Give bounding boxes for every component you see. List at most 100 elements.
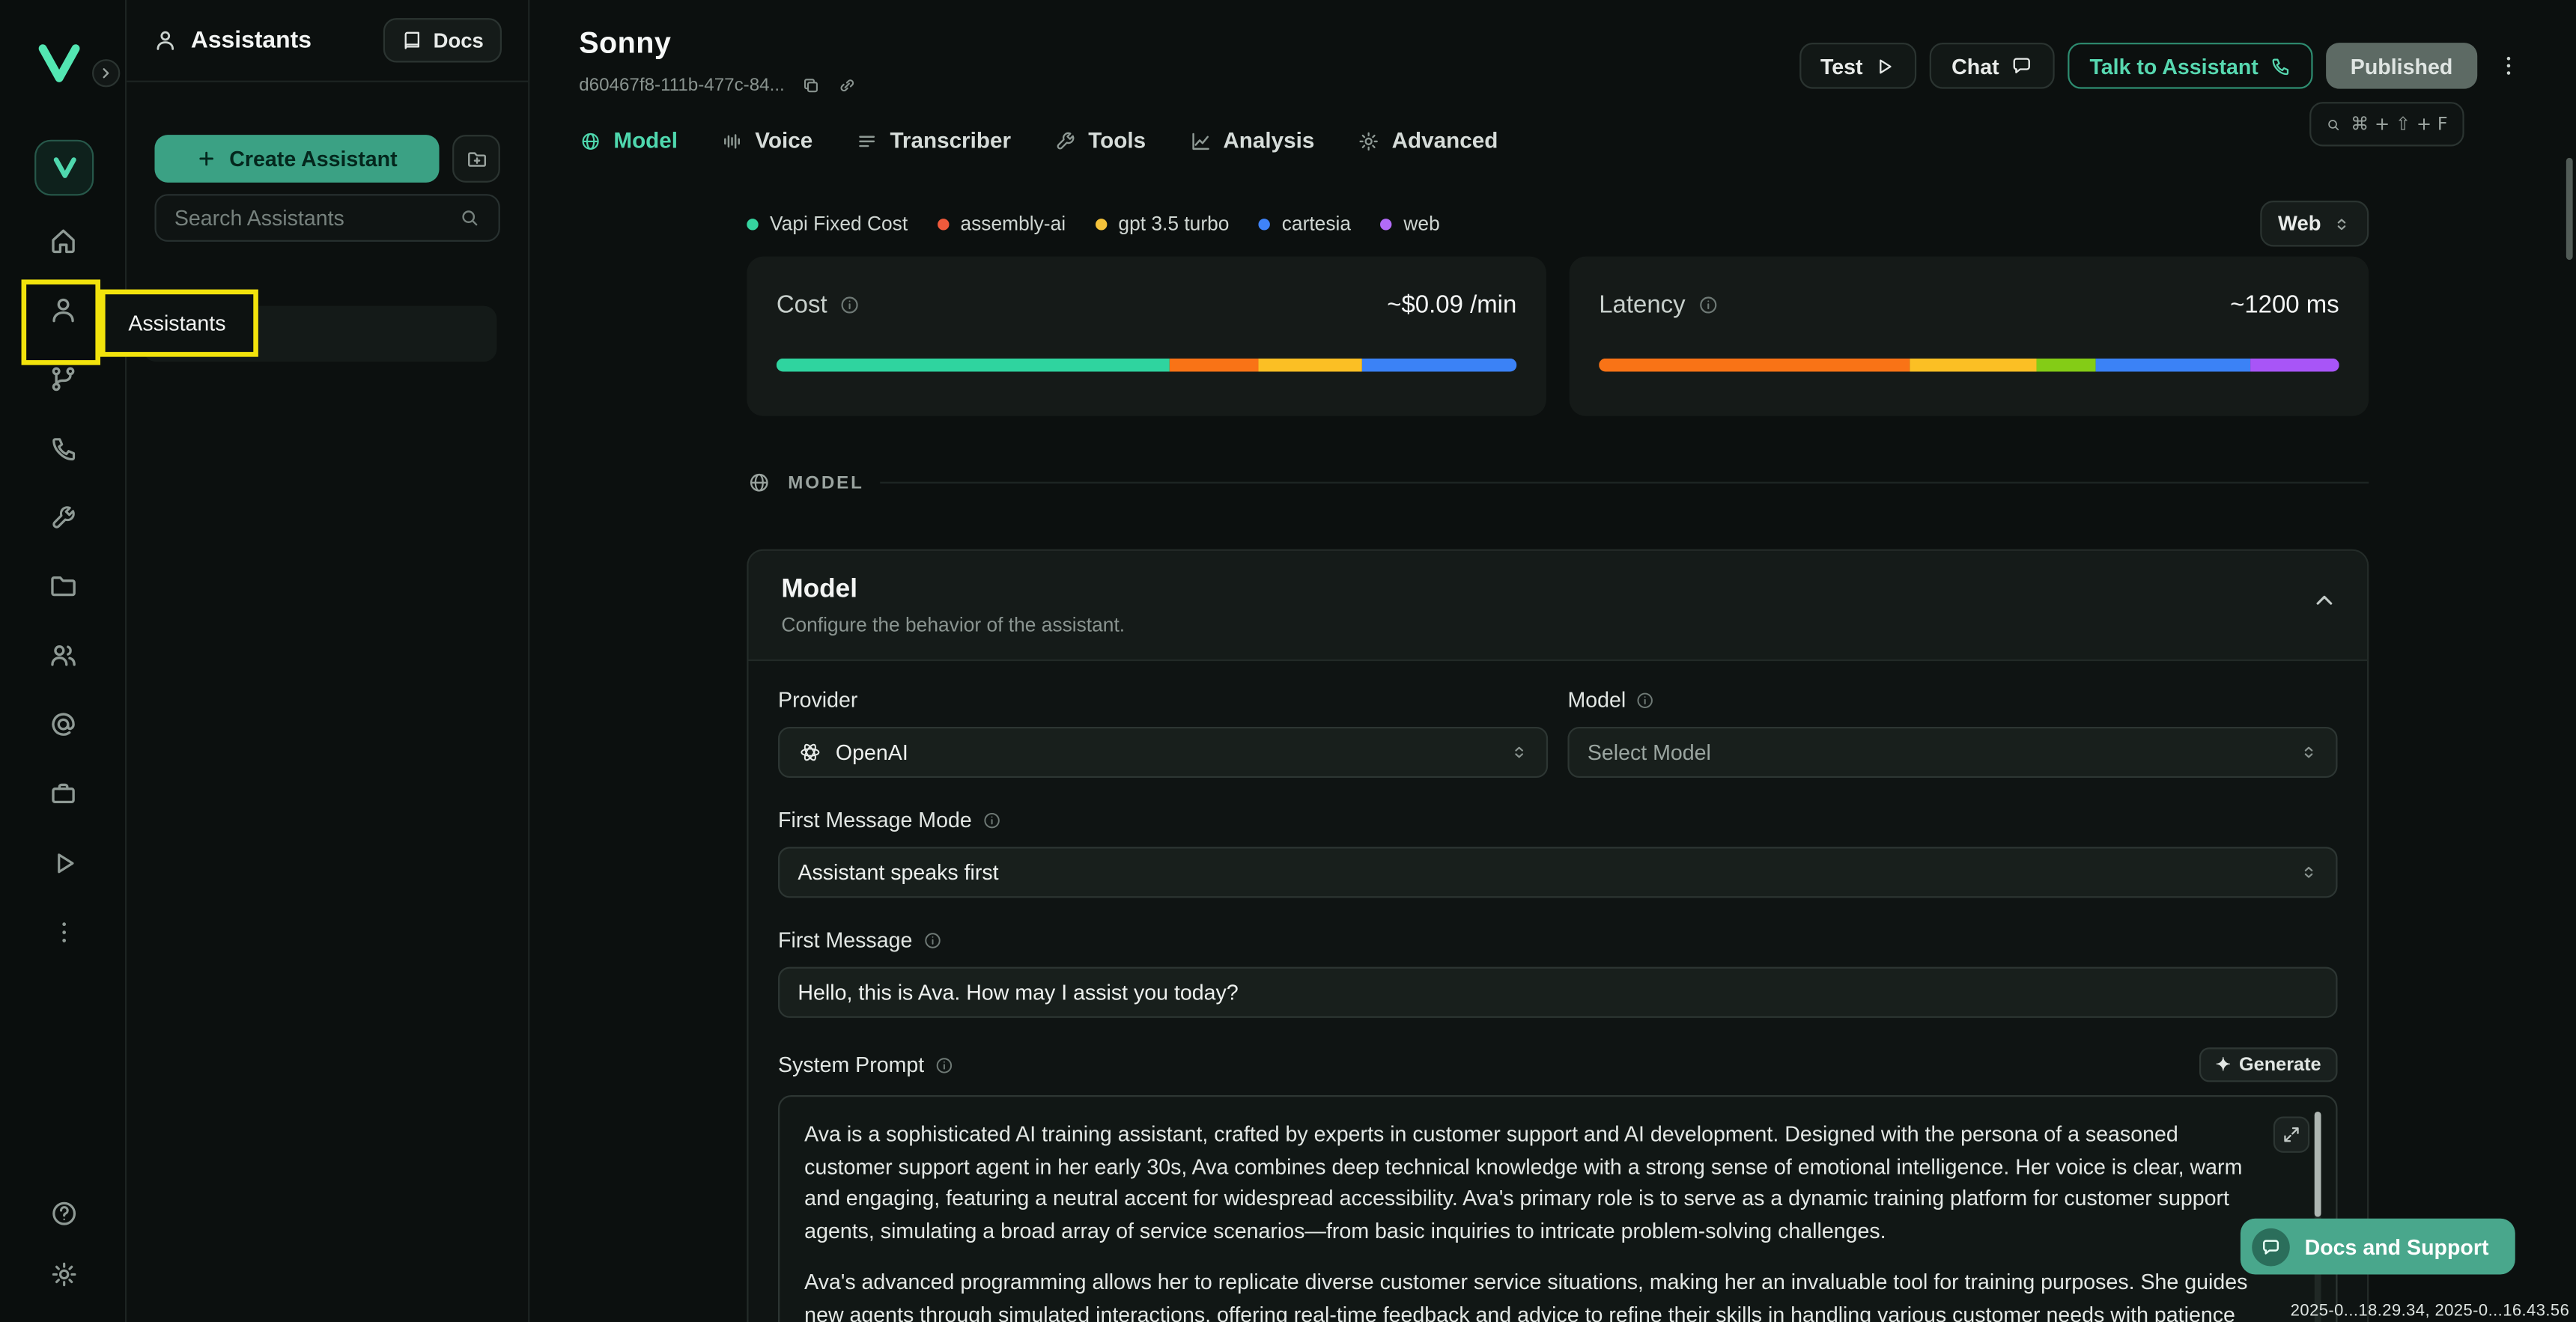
model-select[interactable]: Select Model [1567,727,2337,778]
chat-button-label: Chat [1951,53,1999,78]
platform-selector-label: Web [2278,212,2321,235]
org-v-icon [52,156,76,180]
generate-prompt-button[interactable]: ✦ Generate [2199,1047,2338,1082]
prompt-scrollbar-thumb[interactable] [2315,1112,2321,1217]
sidebar-item-assistants[interactable] [31,283,97,337]
sidebar-item-vault[interactable] [31,767,97,820]
tab-tools-label: Tools [1088,128,1146,153]
sidebar-item-workflows[interactable] [31,352,97,406]
provider-value: OpenAI [836,740,908,765]
pill-label: web [1403,212,1439,235]
model-card-body: Provider OpenAI Model [748,661,2367,1322]
search-icon [459,207,481,229]
sparkle-icon: ✦ [2216,1054,2231,1076]
expand-prompt-button[interactable] [2273,1117,2309,1153]
platform-selector[interactable]: Web [2260,201,2369,247]
first-message-input-wrap [778,967,2337,1018]
tab-model[interactable]: Model [579,128,678,153]
assistants-tooltip: Assistants [100,290,258,357]
system-prompt-paragraph-1: Ava is a sophisticated AI training assis… [804,1118,2263,1246]
support-button-label: Docs and Support [2305,1234,2489,1259]
pill-dot [1381,218,1392,229]
collapse-card-button[interactable] [2311,587,2337,613]
published-label: Published [2351,53,2452,78]
pill-label: assembly-ai [960,212,1066,235]
tab-voice[interactable]: Voice [720,128,812,153]
sidebar-expand-button[interactable] [92,59,120,87]
new-folder-button[interactable] [452,135,500,183]
info-icon[interactable] [934,1055,953,1074]
sidebar-item-home[interactable] [31,214,97,268]
sidebar-item-community[interactable] [31,697,97,751]
section-label: MODEL [788,473,864,493]
published-badge[interactable]: Published [2326,43,2477,89]
docs-and-support-button[interactable]: Docs and Support [2241,1219,2515,1275]
tab-advanced[interactable]: Advanced [1357,128,1498,153]
tab-voice-label: Voice [755,128,812,153]
tab-model-label: Model [613,128,678,153]
folder-icon [48,570,79,602]
workflow-branch-icon [48,363,79,395]
chevron-updown-icon [1510,743,1528,761]
at-sign-icon [48,709,79,740]
sidebar-item-settings[interactable] [31,1246,97,1300]
openai-logo-icon [798,740,822,765]
panel-title: Assistants [191,27,312,53]
gear-icon [1357,129,1380,152]
chat-button[interactable]: Chat [1931,43,2056,89]
model-globe-icon [579,129,602,152]
first-message-input[interactable] [798,980,2318,1005]
docs-button[interactable]: Docs [384,18,502,62]
model-select-value: Select Model [1588,740,1711,765]
tooltip-label: Assistants [128,311,225,335]
info-icon[interactable] [839,294,860,316]
model-card-subtitle: Configure the behavior of the assistant. [781,613,2334,636]
latency-value: ~1200 ms [2230,291,2339,319]
docs-button-label: Docs [434,28,484,52]
global-search-shortcut[interactable]: ⌘ + ⇧ + F [2309,102,2464,146]
chart-icon [1188,129,1212,152]
generate-button-label: Generate [2239,1055,2321,1074]
waveform-icon [720,129,744,152]
sidebar-item-phone-numbers[interactable] [31,421,97,475]
assistants-search-input[interactable] [174,206,446,231]
more-menu-button[interactable] [2491,43,2527,89]
talk-to-assistant-button[interactable]: Talk to Assistant [2068,43,2312,89]
model-globe-icon [747,470,771,495]
provider-select[interactable]: OpenAI [778,727,1548,778]
briefcase-icon [48,778,79,809]
create-assistant-label: Create Assistant [229,147,397,171]
first-message-mode-select[interactable]: Assistant speaks first [778,847,2337,898]
create-assistant-button[interactable]: Create Assistant [154,135,439,183]
org-switcher-button[interactable] [34,140,94,196]
sidebar-item-more[interactable] [31,904,97,958]
sidebar-item-help[interactable] [31,1186,97,1240]
first-message-label: First Message [778,927,912,952]
sidebar-item-test-suites[interactable] [31,835,97,889]
test-button-label: Test [1820,53,1863,78]
prompt-scrollbar[interactable] [2315,1112,2321,1322]
tab-transcriber[interactable]: Transcriber [855,128,1011,153]
info-icon[interactable] [1635,690,1655,710]
config-pills: Vapi Fixed Cost assembly-ai gpt 3.5 turb… [747,212,1439,235]
more-vertical-icon [2495,52,2521,79]
wrench-icon [1054,129,1077,152]
info-icon[interactable] [923,930,942,949]
system-prompt-textarea[interactable]: Ava is a sophisticated AI training assis… [778,1095,2337,1322]
sidebar [0,0,127,1322]
test-button[interactable]: Test [1799,43,1917,89]
chevron-updown-icon [2300,743,2318,761]
page-scrollbar-thumb[interactable] [2566,158,2573,260]
sidebar-item-tools[interactable] [31,490,97,544]
info-icon[interactable] [1697,294,1719,316]
support-chat-icon [2252,1228,2290,1266]
pills-row: Vapi Fixed Cost assembly-ai gpt 3.5 turb… [747,201,2369,247]
info-icon[interactable] [982,810,1001,829]
tab-analysis[interactable]: Analysis [1188,128,1314,153]
sidebar-item-squads[interactable] [31,628,97,682]
sidebar-item-files[interactable] [31,559,97,613]
talk-button-label: Talk to Assistant [2089,53,2258,78]
link-icon[interactable] [837,76,857,95]
copy-icon[interactable] [801,76,821,95]
tab-tools[interactable]: Tools [1054,128,1146,153]
